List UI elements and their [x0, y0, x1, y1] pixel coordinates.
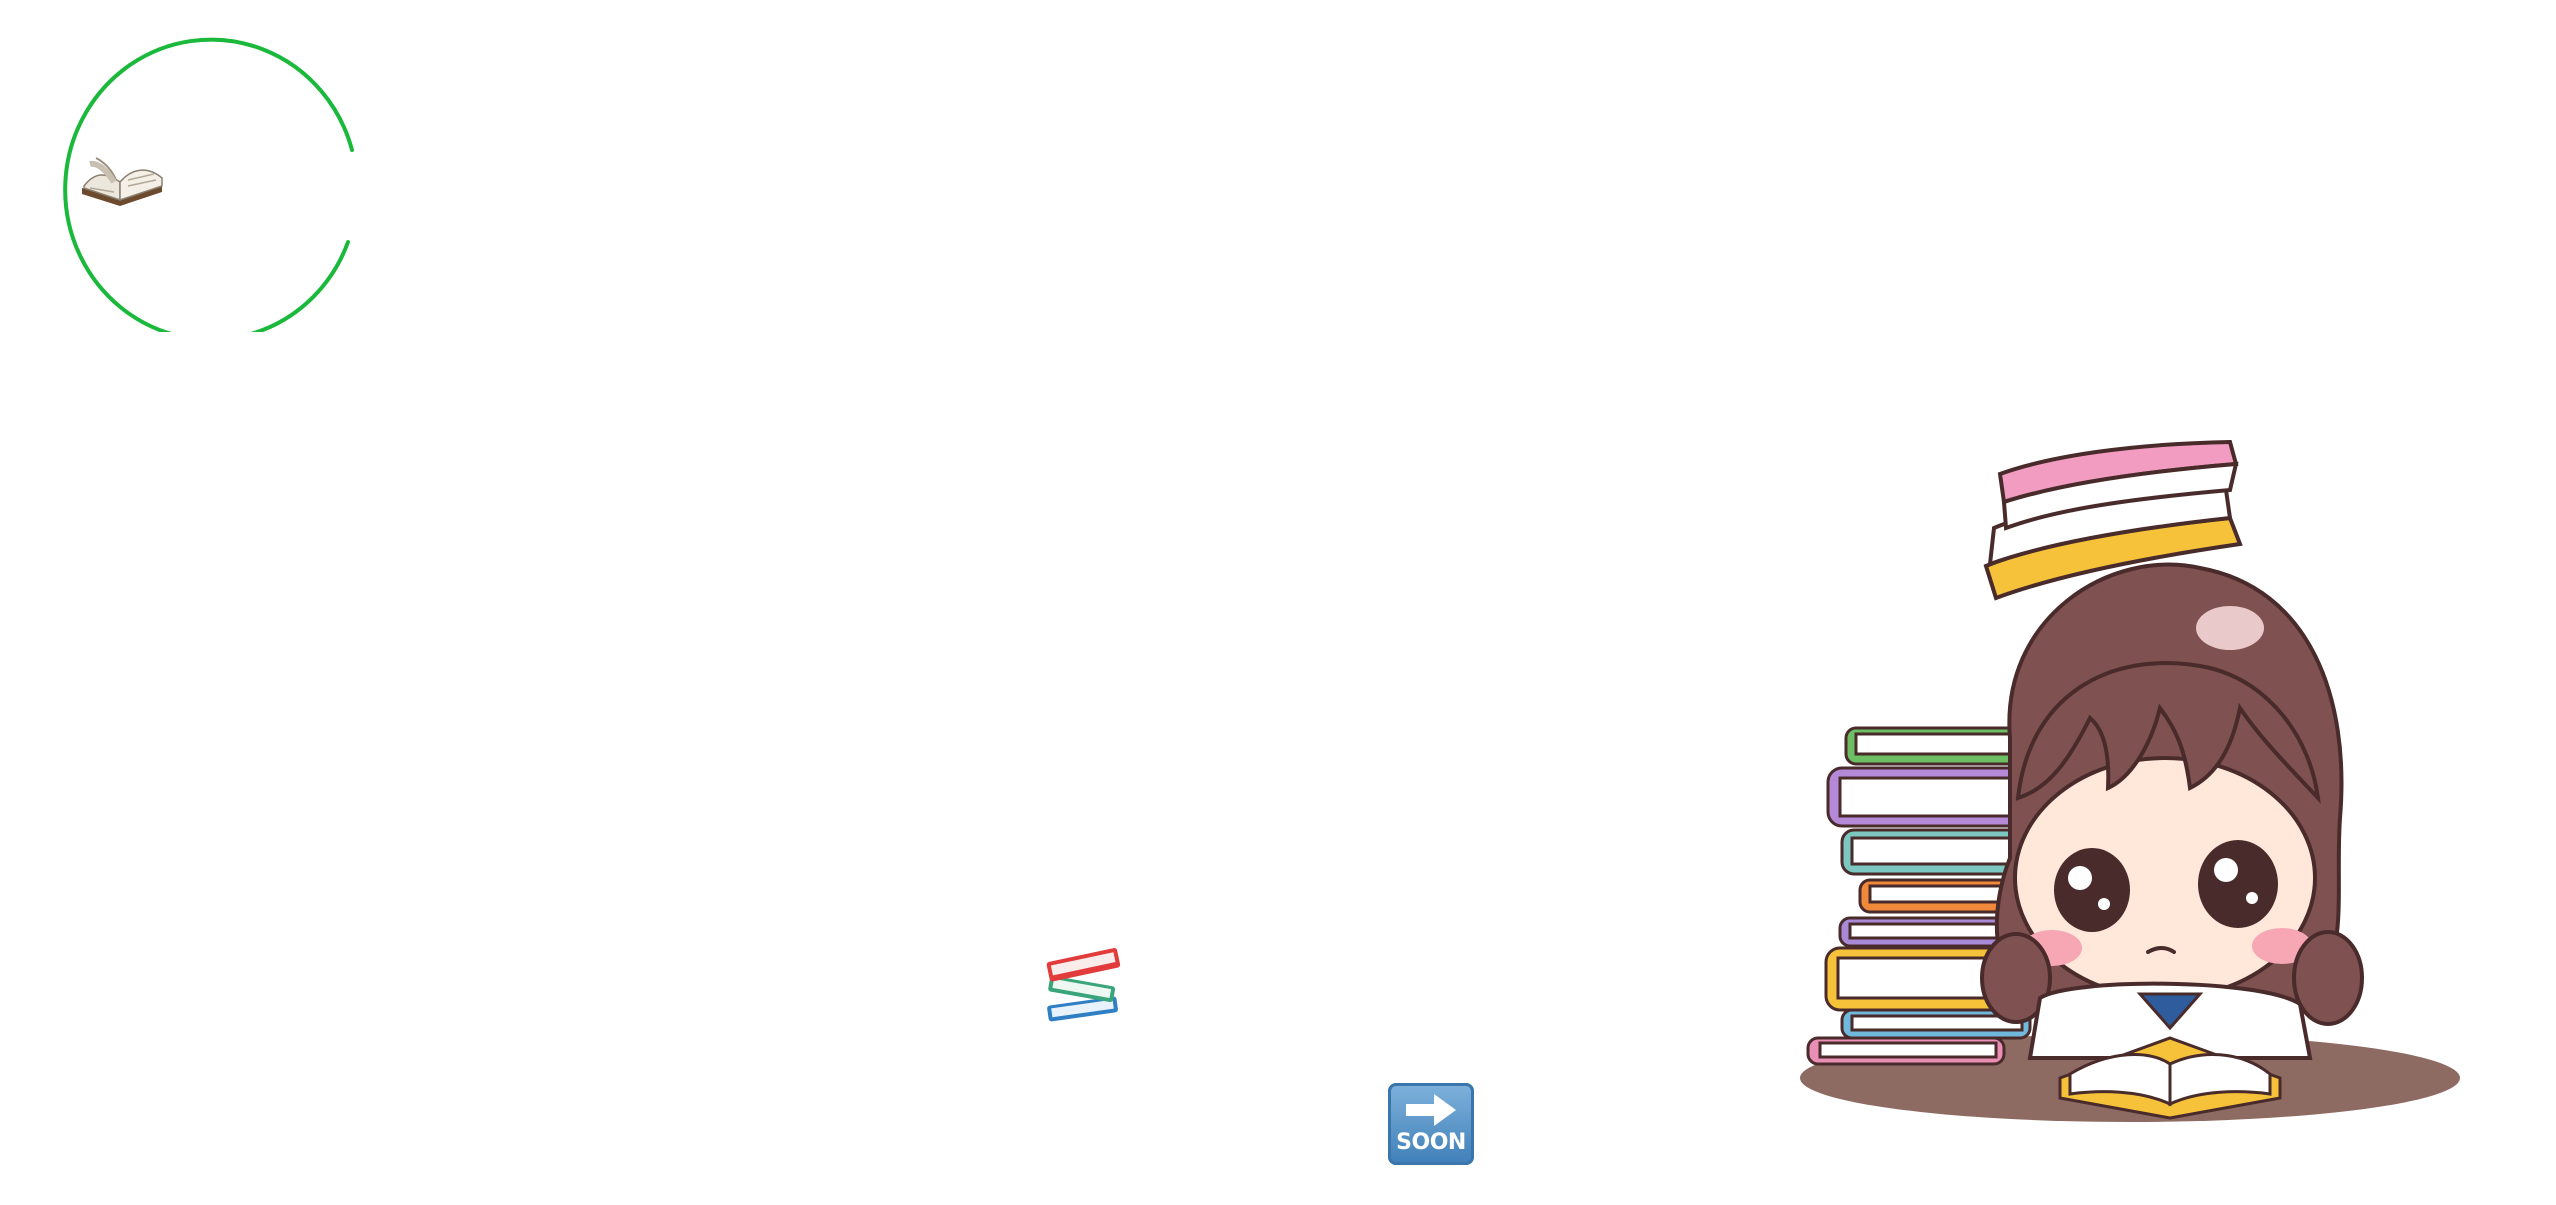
soon-arrow-icon	[1406, 1094, 1456, 1126]
soon-button[interactable]: SOON	[1388, 1083, 1474, 1165]
girl-studying-illustration	[1800, 439, 2460, 1122]
books-stack-icon	[1046, 948, 1121, 1022]
soon-label: SOON	[1396, 1130, 1466, 1155]
open-book-icon	[82, 157, 163, 206]
